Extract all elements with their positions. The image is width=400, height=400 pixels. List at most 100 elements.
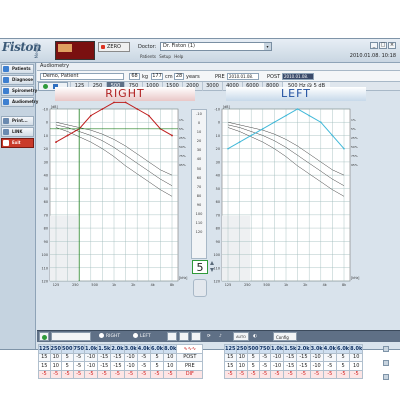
tone-knob-icon[interactable] xyxy=(193,279,207,297)
right-audiogram[interactable]: -10 0 10 20 30 40 50 60 70 80 90 100 110 120 125 250 500… xyxy=(38,101,188,329)
freq-3000[interactable]: 3000 xyxy=(202,82,222,91)
sidebar-item-patients[interactable]: Patients xyxy=(1,64,34,74)
play-button[interactable] xyxy=(39,332,49,341)
shaded-region xyxy=(222,215,251,281)
sidebar-item-diagnose[interactable]: Diagnose xyxy=(1,75,34,85)
noise-button[interactable] xyxy=(167,332,177,341)
bottom-toolbar: RIGHT LEFT ⟳ ♪ AUTO ◐ Config xyxy=(37,330,400,342)
data-point xyxy=(136,108,138,110)
patient-name-field[interactable]: Demo, Patient xyxy=(40,73,124,80)
table-cell: -5 xyxy=(235,369,248,379)
row-label: DIF xyxy=(176,369,204,379)
db-scale-tick: 20 xyxy=(196,139,202,144)
headphone-icon[interactable]: ◐ xyxy=(253,332,263,341)
table-cell: -10 xyxy=(83,352,99,362)
right-ear-button[interactable]: RIGHT xyxy=(99,332,129,341)
window-controls: _ □ × xyxy=(369,41,396,49)
scroll-up-icon[interactable] xyxy=(383,346,389,352)
zero-button[interactable]: ZERO xyxy=(98,42,130,52)
auto-button[interactable]: AUTO xyxy=(233,332,249,341)
minimize-button[interactable]: _ xyxy=(370,42,378,49)
pre-date-field[interactable]: 2010.01.08. xyxy=(227,73,259,80)
sidebar-item-exit[interactable]: Exit xyxy=(1,138,34,148)
table-cell: 10 xyxy=(235,352,248,362)
table-cell: 750 xyxy=(72,344,85,354)
right-ear-icon xyxy=(99,333,104,338)
y-tick-label: 100 xyxy=(42,253,48,257)
arrow-down-icon[interactable] xyxy=(210,268,214,272)
current-db-value[interactable]: 5 xyxy=(192,260,208,274)
arrow-up-icon[interactable] xyxy=(210,261,214,265)
table-cell: 5 xyxy=(247,352,260,362)
x-tick-label: 4k xyxy=(151,283,155,287)
left-ear-button[interactable]: LEFT xyxy=(133,332,161,341)
db-scale-tick: 120 xyxy=(195,230,203,235)
y-tick-label: 0 xyxy=(218,121,220,125)
doctor-label: Doctor: xyxy=(138,44,157,50)
db-scale[interactable]: -10 0 10 20 30 40 50 60 70 80 90 100 110… xyxy=(191,109,207,259)
table-cell: 750 xyxy=(258,344,271,354)
module-header: Audiometry xyxy=(37,63,400,71)
y-tick-label: 100 xyxy=(214,253,220,257)
y-tick-label: 120 xyxy=(214,280,220,284)
sidebar-item-audiometry[interactable]: Audiometry xyxy=(1,97,38,107)
table-cell: -5 xyxy=(322,352,337,362)
age-field[interactable]: 28 xyxy=(174,73,184,80)
table-cell: -15 xyxy=(97,352,112,362)
right-ear-label: RIGHT xyxy=(106,334,121,339)
x-tick-label: 1k xyxy=(284,283,288,287)
table-cell: -5 xyxy=(258,361,271,371)
close-button[interactable]: × xyxy=(388,42,396,49)
ear-green-icon xyxy=(43,84,48,89)
scroll-icon[interactable] xyxy=(383,360,389,366)
table-cell: 125 xyxy=(224,344,237,354)
table-cell: 15 xyxy=(224,352,237,362)
table-cell: 2.0k xyxy=(296,344,311,354)
table-cell: 125 xyxy=(38,344,51,354)
table-cell: -5 xyxy=(149,369,165,379)
table-cell: -5 xyxy=(322,369,337,379)
spirometry-icon xyxy=(3,88,9,94)
db-stepper[interactable] xyxy=(210,261,215,273)
x-tick-label: 8k xyxy=(342,283,346,287)
y-tick-label: 50 xyxy=(44,187,48,191)
sidebar-item-link[interactable]: LINK xyxy=(1,127,34,137)
table-cell: -15 xyxy=(296,352,311,362)
weight-field[interactable]: 68 xyxy=(129,73,140,80)
sidebar-item-print[interactable]: Print... xyxy=(1,116,34,126)
table-cell: -15 xyxy=(283,352,298,362)
config-button[interactable]: Config xyxy=(273,332,297,341)
level-field[interactable] xyxy=(51,332,91,341)
table-cell: -5 xyxy=(97,369,112,379)
table-cell: 10 xyxy=(235,361,248,371)
refresh-icon[interactable]: ⟳ xyxy=(207,332,217,341)
height-field[interactable]: 177 xyxy=(151,73,163,80)
y-tick-label: 70 xyxy=(216,213,220,217)
percentile-label: 5% xyxy=(179,127,184,131)
table-cell: 4.0k xyxy=(322,344,337,354)
data-point xyxy=(101,108,104,110)
percentile-label: 95% xyxy=(351,163,358,167)
data-point xyxy=(250,134,252,137)
table-cell: 250 xyxy=(235,344,248,354)
data-point xyxy=(285,114,287,117)
maximize-button[interactable]: □ xyxy=(379,42,387,49)
datetime-display: 2010.01.08. 10:18 xyxy=(349,53,396,59)
left-audiogram[interactable]: -100102030405060708090100110120125 250 500… xyxy=(210,101,360,329)
doctor-select[interactable]: Dr. Fiston (1) ▾ xyxy=(160,42,272,51)
y-tick-label: 10 xyxy=(44,134,48,138)
table-cell: -10 xyxy=(309,361,324,371)
sidebar-item-spirometry[interactable]: Spirometry xyxy=(1,86,37,96)
percentile-label: 25% xyxy=(351,136,358,140)
post-date-field[interactable]: 2010.01.08. xyxy=(282,73,314,80)
patient-thumbnail[interactable] xyxy=(55,41,95,60)
wave-button[interactable] xyxy=(179,332,189,341)
menu-bar[interactable]: Patients Setup Help xyxy=(140,54,183,59)
scroll-down-icon[interactable] xyxy=(383,374,389,380)
table-cell: -5 xyxy=(322,361,337,371)
pulse-button[interactable] xyxy=(191,332,201,341)
x-tick-label: 8k xyxy=(170,283,174,287)
percentile-label: 1% xyxy=(351,118,356,122)
mute-icon[interactable]: ♪ xyxy=(219,332,229,341)
table-cell: 5 xyxy=(335,361,351,371)
